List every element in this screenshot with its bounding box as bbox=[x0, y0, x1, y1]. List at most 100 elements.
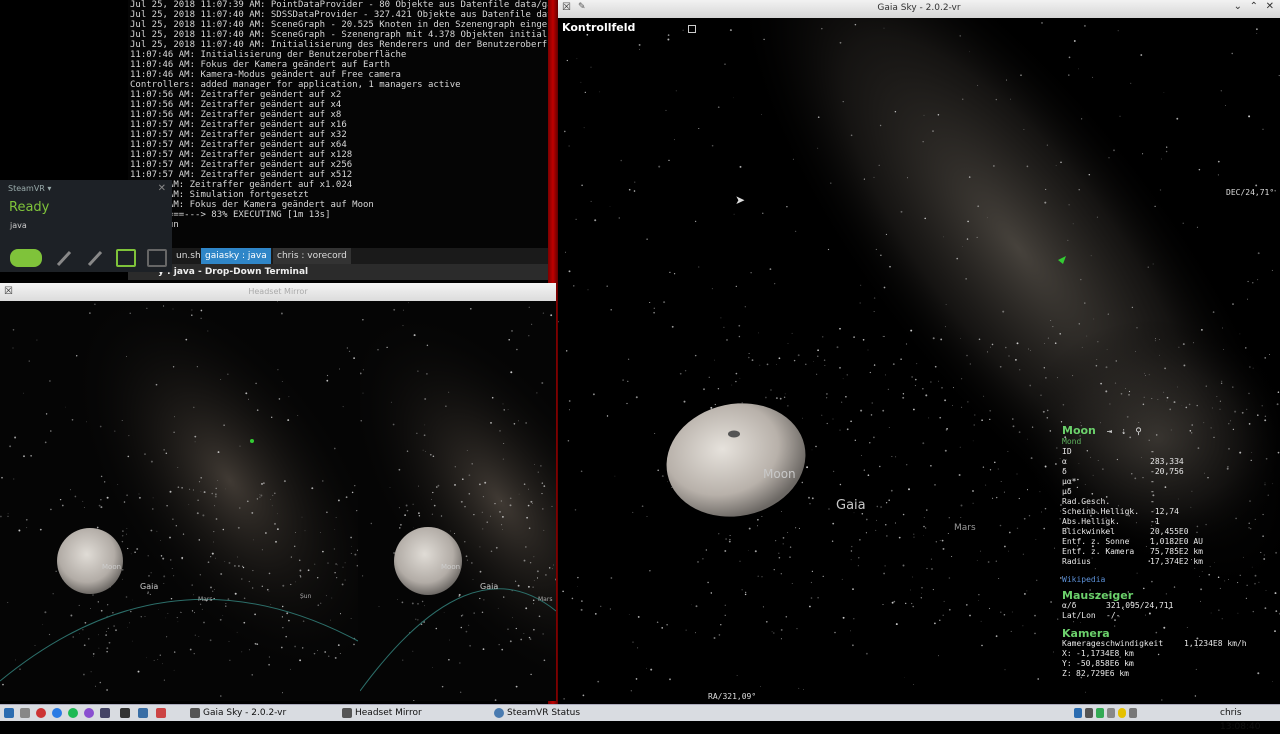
star bbox=[1078, 323, 1081, 325]
start-menu-icon[interactable] bbox=[4, 706, 17, 720]
steamvr-menu[interactable]: SteamVR ▾ bbox=[8, 184, 51, 193]
window-title: Gaia Sky - 2.0.2-vr bbox=[877, 3, 961, 13]
tray-icons[interactable] bbox=[1074, 706, 1140, 720]
star bbox=[435, 486, 438, 488]
star bbox=[1040, 394, 1042, 396]
collapse-icon[interactable] bbox=[688, 25, 696, 33]
steamvr-process: java bbox=[10, 221, 27, 230]
gaia-sky-titlebar[interactable]: ☒ ✎ Gaia Sky - 2.0.2-vr ⌄ ⌃ ✕ bbox=[558, 0, 1280, 18]
gaia-sky-viewport[interactable]: Kontrollfeld ➤ DEC/24,71° RA/321,09° Moo… bbox=[558, 18, 1280, 702]
star bbox=[1166, 396, 1169, 399]
star bbox=[531, 323, 533, 325]
launcher-icon[interactable] bbox=[156, 706, 169, 720]
star bbox=[1018, 431, 1021, 433]
star bbox=[282, 584, 285, 587]
star bbox=[798, 527, 800, 529]
taskbar-item-gaia[interactable]: Gaia Sky - 2.0.2-vr bbox=[190, 706, 286, 720]
star bbox=[432, 491, 434, 494]
star bbox=[377, 349, 379, 351]
star bbox=[951, 555, 953, 558]
terminal-line: 11:07:57 AM: Zeitraffer geändert auf x16 bbox=[130, 120, 347, 130]
control-panel-title[interactable]: Kontrollfeld bbox=[562, 21, 635, 34]
controller-icon[interactable] bbox=[85, 249, 105, 267]
headset-icon[interactable] bbox=[10, 249, 42, 267]
bookmark-icon[interactable]: ⚲ bbox=[1135, 427, 1142, 437]
star bbox=[217, 451, 220, 454]
terminal-line: 11:07:46 AM: Fokus der Kamera geändert a… bbox=[130, 60, 391, 70]
star bbox=[568, 409, 570, 411]
star bbox=[885, 374, 886, 376]
star bbox=[317, 650, 319, 651]
star bbox=[993, 165, 995, 167]
star bbox=[1105, 366, 1108, 369]
tracker-icon[interactable] bbox=[147, 249, 167, 267]
launcher-icon[interactable] bbox=[120, 706, 133, 720]
star bbox=[922, 388, 924, 390]
terminal-tab[interactable]: chris : vorecord bbox=[273, 248, 351, 264]
controller-icon[interactable] bbox=[54, 249, 74, 267]
launcher-icon[interactable] bbox=[68, 706, 81, 720]
star bbox=[543, 485, 546, 487]
star bbox=[852, 644, 854, 647]
star bbox=[1223, 349, 1225, 350]
star bbox=[479, 546, 481, 548]
star bbox=[437, 484, 440, 487]
terminal-output[interactable]: Jul 25, 2018 11:07:39 AM: PointDataProvi… bbox=[128, 0, 556, 250]
minimize-icon[interactable]: ⌄ bbox=[1234, 1, 1242, 12]
star bbox=[281, 381, 283, 383]
terminal-line: 11:07:57 AM: Zeitraffer geändert auf x25… bbox=[130, 160, 353, 170]
star bbox=[965, 604, 968, 606]
close-window-icon[interactable]: ✕ bbox=[1266, 1, 1274, 12]
star bbox=[115, 629, 117, 632]
terminal-tab[interactable]: un.sh bbox=[172, 248, 205, 264]
launcher-icon[interactable] bbox=[36, 706, 49, 720]
star bbox=[511, 330, 513, 332]
star bbox=[1028, 348, 1029, 350]
landing-icon[interactable]: ⇣ bbox=[1121, 427, 1126, 437]
star bbox=[465, 630, 468, 633]
star bbox=[462, 478, 464, 480]
star bbox=[853, 336, 855, 338]
star bbox=[1092, 76, 1094, 78]
star bbox=[320, 602, 322, 604]
star bbox=[1248, 115, 1251, 118]
star bbox=[996, 496, 998, 499]
star bbox=[862, 338, 865, 341]
star bbox=[926, 509, 928, 511]
launcher-icon[interactable] bbox=[84, 706, 97, 720]
star bbox=[574, 509, 577, 511]
headset-mirror-titlebar[interactable]: ☒ Headset Mirror bbox=[0, 283, 556, 301]
taskbar-item-steamvr[interactable]: SteamVR Status bbox=[494, 706, 580, 720]
base-station-icon[interactable] bbox=[116, 249, 136, 267]
star bbox=[194, 634, 196, 636]
star bbox=[869, 371, 871, 374]
star bbox=[333, 548, 336, 550]
wikipedia-link[interactable]: Wikipedia bbox=[1062, 575, 1272, 585]
mars-label: Mars bbox=[198, 596, 213, 603]
star bbox=[130, 553, 132, 555]
star bbox=[1249, 366, 1251, 368]
star bbox=[748, 352, 750, 355]
maximize-icon[interactable]: ⌃ bbox=[1250, 1, 1258, 12]
star bbox=[214, 495, 217, 498]
star bbox=[567, 440, 570, 442]
terminal-tab-active[interactable]: gaiasky : java bbox=[201, 248, 271, 264]
headset-mirror-view[interactable]: Moon Gaia Mars Sun Moon Gaia Mars bbox=[0, 301, 556, 701]
star bbox=[839, 41, 842, 44]
close-icon[interactable]: ✕ bbox=[158, 183, 166, 194]
launcher-icon[interactable] bbox=[20, 706, 33, 720]
launcher-icon[interactable] bbox=[138, 706, 151, 720]
star bbox=[990, 346, 991, 348]
goto-icon[interactable]: ⇥ bbox=[1107, 427, 1112, 437]
star bbox=[972, 440, 974, 442]
star bbox=[126, 356, 127, 357]
star bbox=[448, 391, 450, 393]
star bbox=[1012, 418, 1014, 420]
launcher-icon[interactable] bbox=[52, 706, 65, 720]
taskbar-item-mirror[interactable]: Headset Mirror bbox=[342, 706, 422, 720]
focus-name: Moon bbox=[1062, 424, 1096, 437]
star bbox=[750, 272, 752, 274]
launcher-icon[interactable] bbox=[100, 706, 113, 720]
star bbox=[675, 90, 677, 92]
star bbox=[813, 361, 814, 362]
